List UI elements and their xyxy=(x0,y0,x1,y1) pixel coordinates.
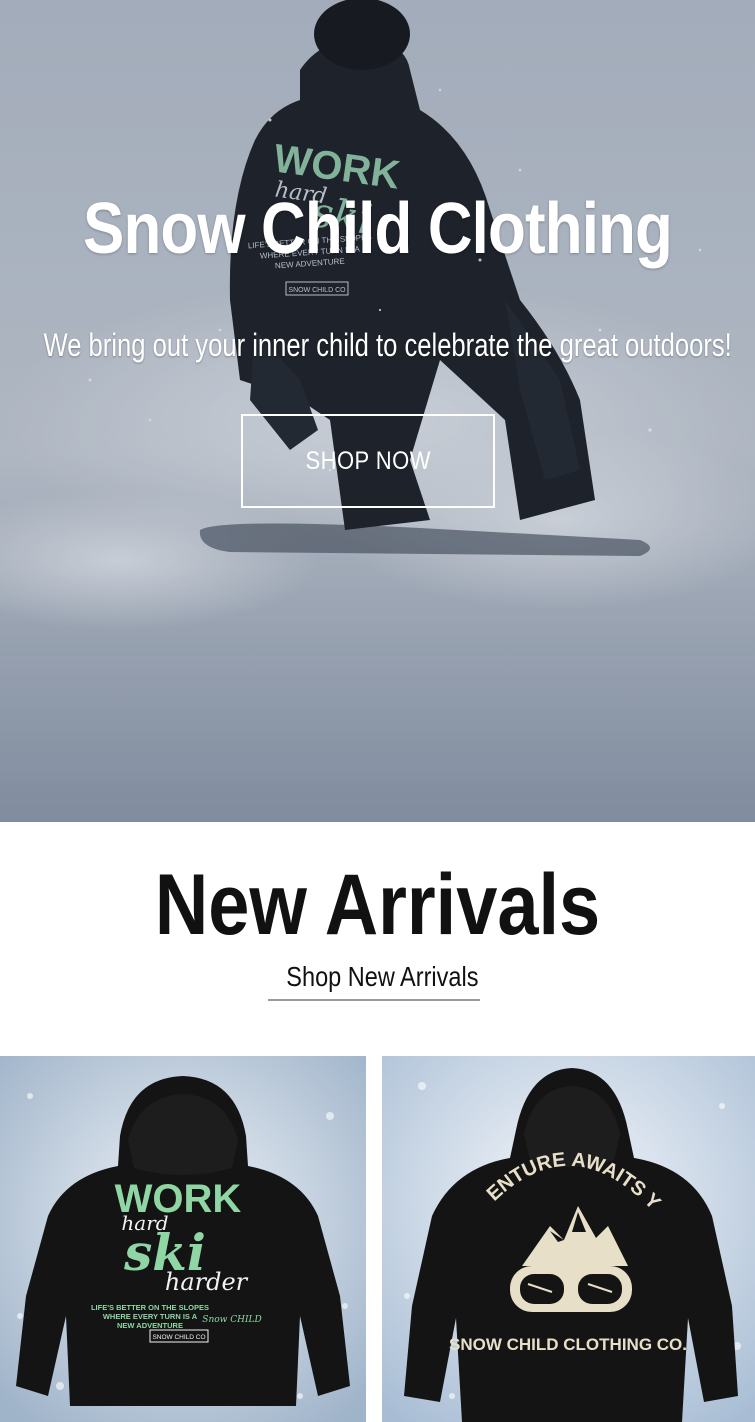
p2-print-bottom-text: SNOW CHILD CLOTHING CO. xyxy=(449,1335,687,1354)
p1-print-small-1: LIFE'S BETTER ON THE SLOPES xyxy=(91,1303,209,1312)
hero-banner: WORK hard ski LIFE'S BETTER ON THE SLOPE… xyxy=(0,0,755,822)
product-card-adventure-awaits[interactable]: ADVENTURE AWAITS YOU SNOW CHILD CLOTHING… xyxy=(382,1056,755,1422)
p1-print-brand: Snow CHILD xyxy=(202,1315,261,1325)
shop-now-button[interactable]: SHOP NOW xyxy=(241,414,495,508)
product-card-work-hard-ski-harder[interactable]: WORK hard ski harder LIFE'S BETTER ON TH… xyxy=(0,1056,366,1422)
shop-new-arrivals-label: Shop New Arrivals xyxy=(286,961,479,992)
shop-new-arrivals-link[interactable]: Shop New Arrivals xyxy=(268,961,480,1001)
p1-print-small-2: WHERE EVERY TURN IS A xyxy=(103,1312,198,1321)
product-image-work-hard-hoodie: WORK hard ski harder LIFE'S BETTER ON TH… xyxy=(0,1056,366,1422)
hero-subtitle: We bring out your inner child to celebra… xyxy=(43,327,732,363)
shop-now-label: SHOP NOW xyxy=(305,446,431,475)
new-arrivals-title: New Arrivals xyxy=(154,857,601,953)
hero-title: Snow Child Clothing xyxy=(83,189,673,269)
p1-print-harder: harder xyxy=(165,1268,249,1296)
hero-overlay xyxy=(0,0,755,822)
product-image-adventure-awaits-hoodie: ADVENTURE AWAITS YOU SNOW CHILD CLOTHING… xyxy=(382,1056,755,1422)
p1-print-small-3: NEW ADVENTURE xyxy=(117,1321,183,1330)
p1-print-tag: SNOW CHILD CO xyxy=(152,1334,205,1341)
